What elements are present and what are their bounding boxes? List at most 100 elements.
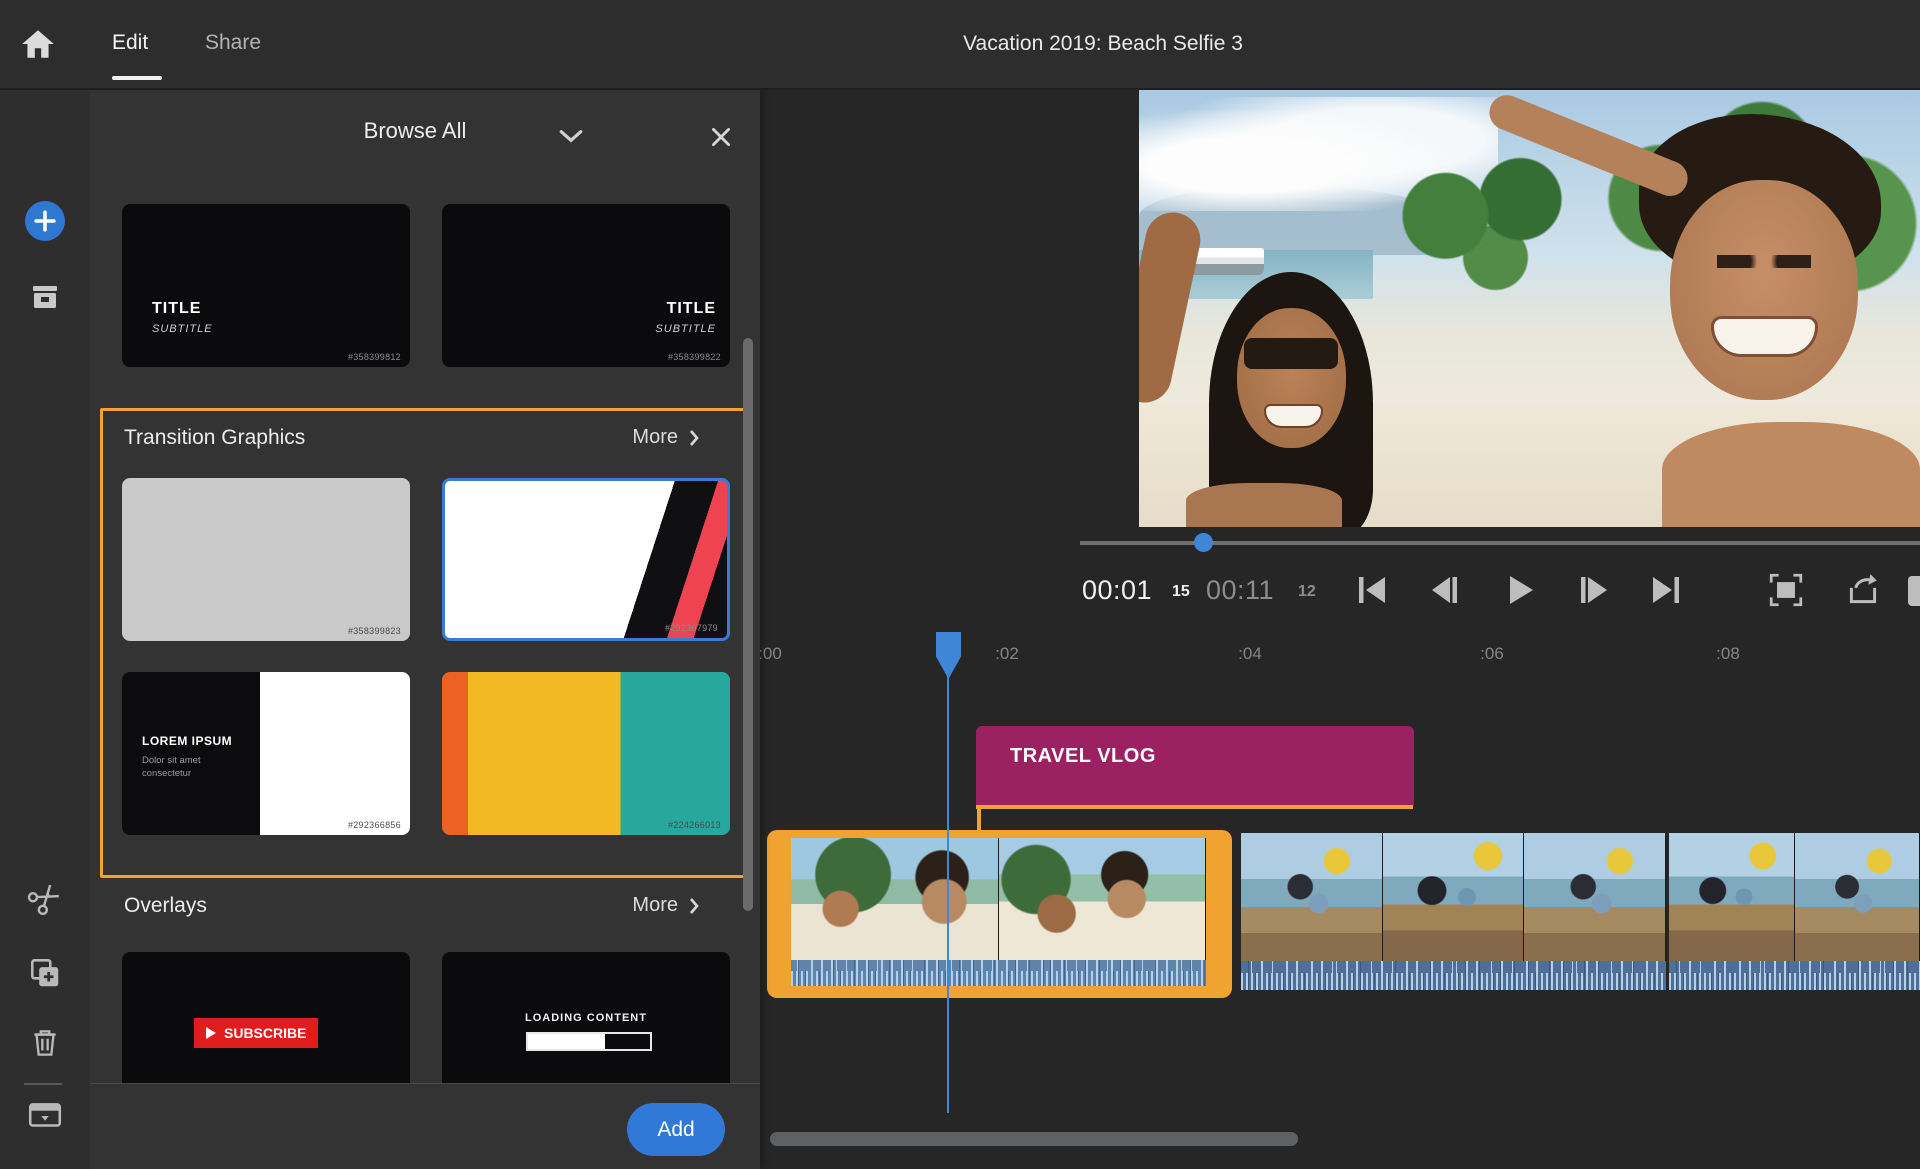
template-title-text: TITLE	[152, 300, 213, 318]
preview-trees-mid	[1358, 149, 1608, 316]
preview-man-smile	[1711, 316, 1819, 357]
plus-icon	[25, 201, 65, 241]
current-timecode: 00:01	[1082, 575, 1152, 606]
panel-bottom-bar: Add	[90, 1083, 760, 1169]
subscribe-label: SUBSCRIBE	[224, 1025, 306, 1041]
delete-clip-button[interactable]	[25, 1023, 65, 1063]
clip-thumbnail-frame	[1383, 833, 1525, 961]
transition-template-card[interactable]: #224266013	[442, 672, 730, 835]
overlays-more-link[interactable]: More	[590, 894, 700, 917]
template-id: #358399822	[668, 352, 721, 362]
title-tray-button[interactable]	[25, 1096, 65, 1136]
duplicate-clip-button[interactable]	[25, 953, 65, 993]
chevron-down-icon[interactable]	[558, 128, 584, 149]
more-label: More	[632, 426, 678, 449]
loading-content-label: LOADING CONTENT	[442, 1012, 730, 1024]
section-header-transition-graphics: Transition Graphics	[124, 426, 305, 450]
title-tray-icon	[26, 1100, 64, 1132]
preview-man-torso	[1662, 422, 1920, 527]
clipped-edge-button[interactable]	[1908, 576, 1920, 606]
clip-thumbnails	[791, 838, 1206, 960]
timeline-clip[interactable]	[1669, 833, 1920, 990]
add-media-button[interactable]	[25, 201, 65, 241]
tab-edit[interactable]: Edit	[112, 0, 148, 86]
preview-woman-shoulder	[1186, 483, 1342, 527]
skip-to-start-button[interactable]	[1352, 569, 1392, 611]
clip-trim-handle-right[interactable]	[1206, 830, 1232, 998]
add-button[interactable]: Add	[627, 1103, 725, 1156]
clip-trim-handle-left[interactable]	[767, 830, 791, 998]
clip-thumbnail-frame	[791, 838, 999, 960]
ruler-label: :06	[1480, 644, 1504, 664]
template-subtitle-text: Dolor sit amet consectetur	[142, 754, 201, 780]
current-frames: 15	[1172, 583, 1190, 601]
home-button[interactable]	[16, 22, 60, 66]
clip-thumbnail-frame	[1524, 833, 1666, 961]
clip-audio-waveform	[791, 960, 1206, 986]
split-icon	[20, 873, 71, 924]
template-id: #358399823	[348, 626, 401, 636]
transition-template-card-selected[interactable]: #292367979	[442, 478, 730, 641]
clip-thumbnail-frame	[999, 838, 1207, 960]
template-id: #358399812	[348, 352, 401, 362]
more-chevron-icon	[688, 896, 700, 916]
share-out-button[interactable]	[1843, 569, 1883, 611]
more-label: More	[632, 894, 678, 917]
frame-forward-icon	[1577, 570, 1611, 610]
ruler-label: :04	[1238, 644, 1262, 664]
frame-back-button[interactable]	[1424, 569, 1464, 611]
panel-scrollbar[interactable]	[743, 338, 753, 911]
project-media-button[interactable]	[25, 278, 65, 318]
playhead-line[interactable]	[947, 676, 949, 1113]
panel-category-dropdown-label[interactable]: Browse All	[330, 118, 500, 144]
timeline-title-clip[interactable]: TRAVEL VLOG	[976, 726, 1414, 809]
play-icon	[206, 1027, 216, 1039]
frame-forward-button[interactable]	[1574, 569, 1614, 611]
split-clip-button[interactable]	[25, 878, 65, 918]
playhead-icon[interactable]	[936, 632, 961, 679]
title-template-card[interactable]: TITLE SUBTITLE #358399822	[442, 204, 730, 367]
skip-to-end-button[interactable]	[1646, 569, 1686, 611]
share-out-icon	[1844, 571, 1882, 609]
transition-template-card[interactable]: #358399823	[122, 478, 410, 641]
duration-frames: 12	[1298, 583, 1316, 601]
clip-thumbnail-frame	[1795, 833, 1920, 961]
tab-share[interactable]: Share	[205, 0, 261, 86]
clip-audio-waveform	[1241, 961, 1666, 990]
ruler-label: :00	[758, 644, 782, 664]
title-clip-label: TRAVEL VLOG	[1010, 726, 1156, 786]
template-id: #292366856	[348, 820, 401, 830]
loading-progress-bar	[526, 1032, 652, 1051]
subscribe-badge: SUBSCRIBE	[194, 1018, 318, 1048]
toolbar-divider	[24, 1083, 62, 1085]
clip-thumbnail-frame	[1669, 833, 1795, 961]
home-icon	[19, 25, 57, 63]
timeline-clip[interactable]	[1241, 833, 1666, 990]
template-title-text: LOREM IPSUM	[142, 734, 232, 748]
preview-scrubber-handle[interactable]	[1194, 533, 1213, 552]
preview-woman-smile	[1264, 404, 1323, 428]
fullscreen-button[interactable]	[1766, 569, 1806, 611]
clip-thumbnail-frame	[1241, 833, 1383, 961]
video-preview	[1139, 88, 1920, 527]
loading-progress-fill	[528, 1034, 605, 1049]
ruler-label: :02	[995, 644, 1019, 664]
title-template-card[interactable]: TITLE SUBTITLE #358399812	[122, 204, 410, 367]
skip-start-icon	[1355, 570, 1389, 610]
play-icon	[1503, 570, 1537, 610]
transition-template-card[interactable]: LOREM IPSUM Dolor sit amet consectetur #…	[122, 672, 410, 835]
more-chevron-icon	[688, 428, 700, 448]
delete-icon	[27, 1025, 63, 1061]
close-panel-button[interactable]	[708, 124, 734, 155]
fullscreen-icon	[1767, 571, 1805, 609]
titles-panel: Browse All TITLE SUBTITLE #358399812 TIT…	[90, 88, 760, 1169]
preview-woman-sunglasses	[1244, 338, 1338, 369]
title-clip-selection-connector	[977, 805, 981, 832]
timeline-clip-selected[interactable]	[767, 830, 1232, 998]
close-icon	[708, 124, 734, 150]
transition-more-link[interactable]: More	[590, 426, 700, 449]
template-id: #292367979	[665, 623, 718, 633]
timeline-horizontal-scrollbar[interactable]	[770, 1132, 1298, 1146]
play-button[interactable]	[1500, 569, 1540, 611]
duration-timecode: 00:11	[1206, 575, 1274, 606]
